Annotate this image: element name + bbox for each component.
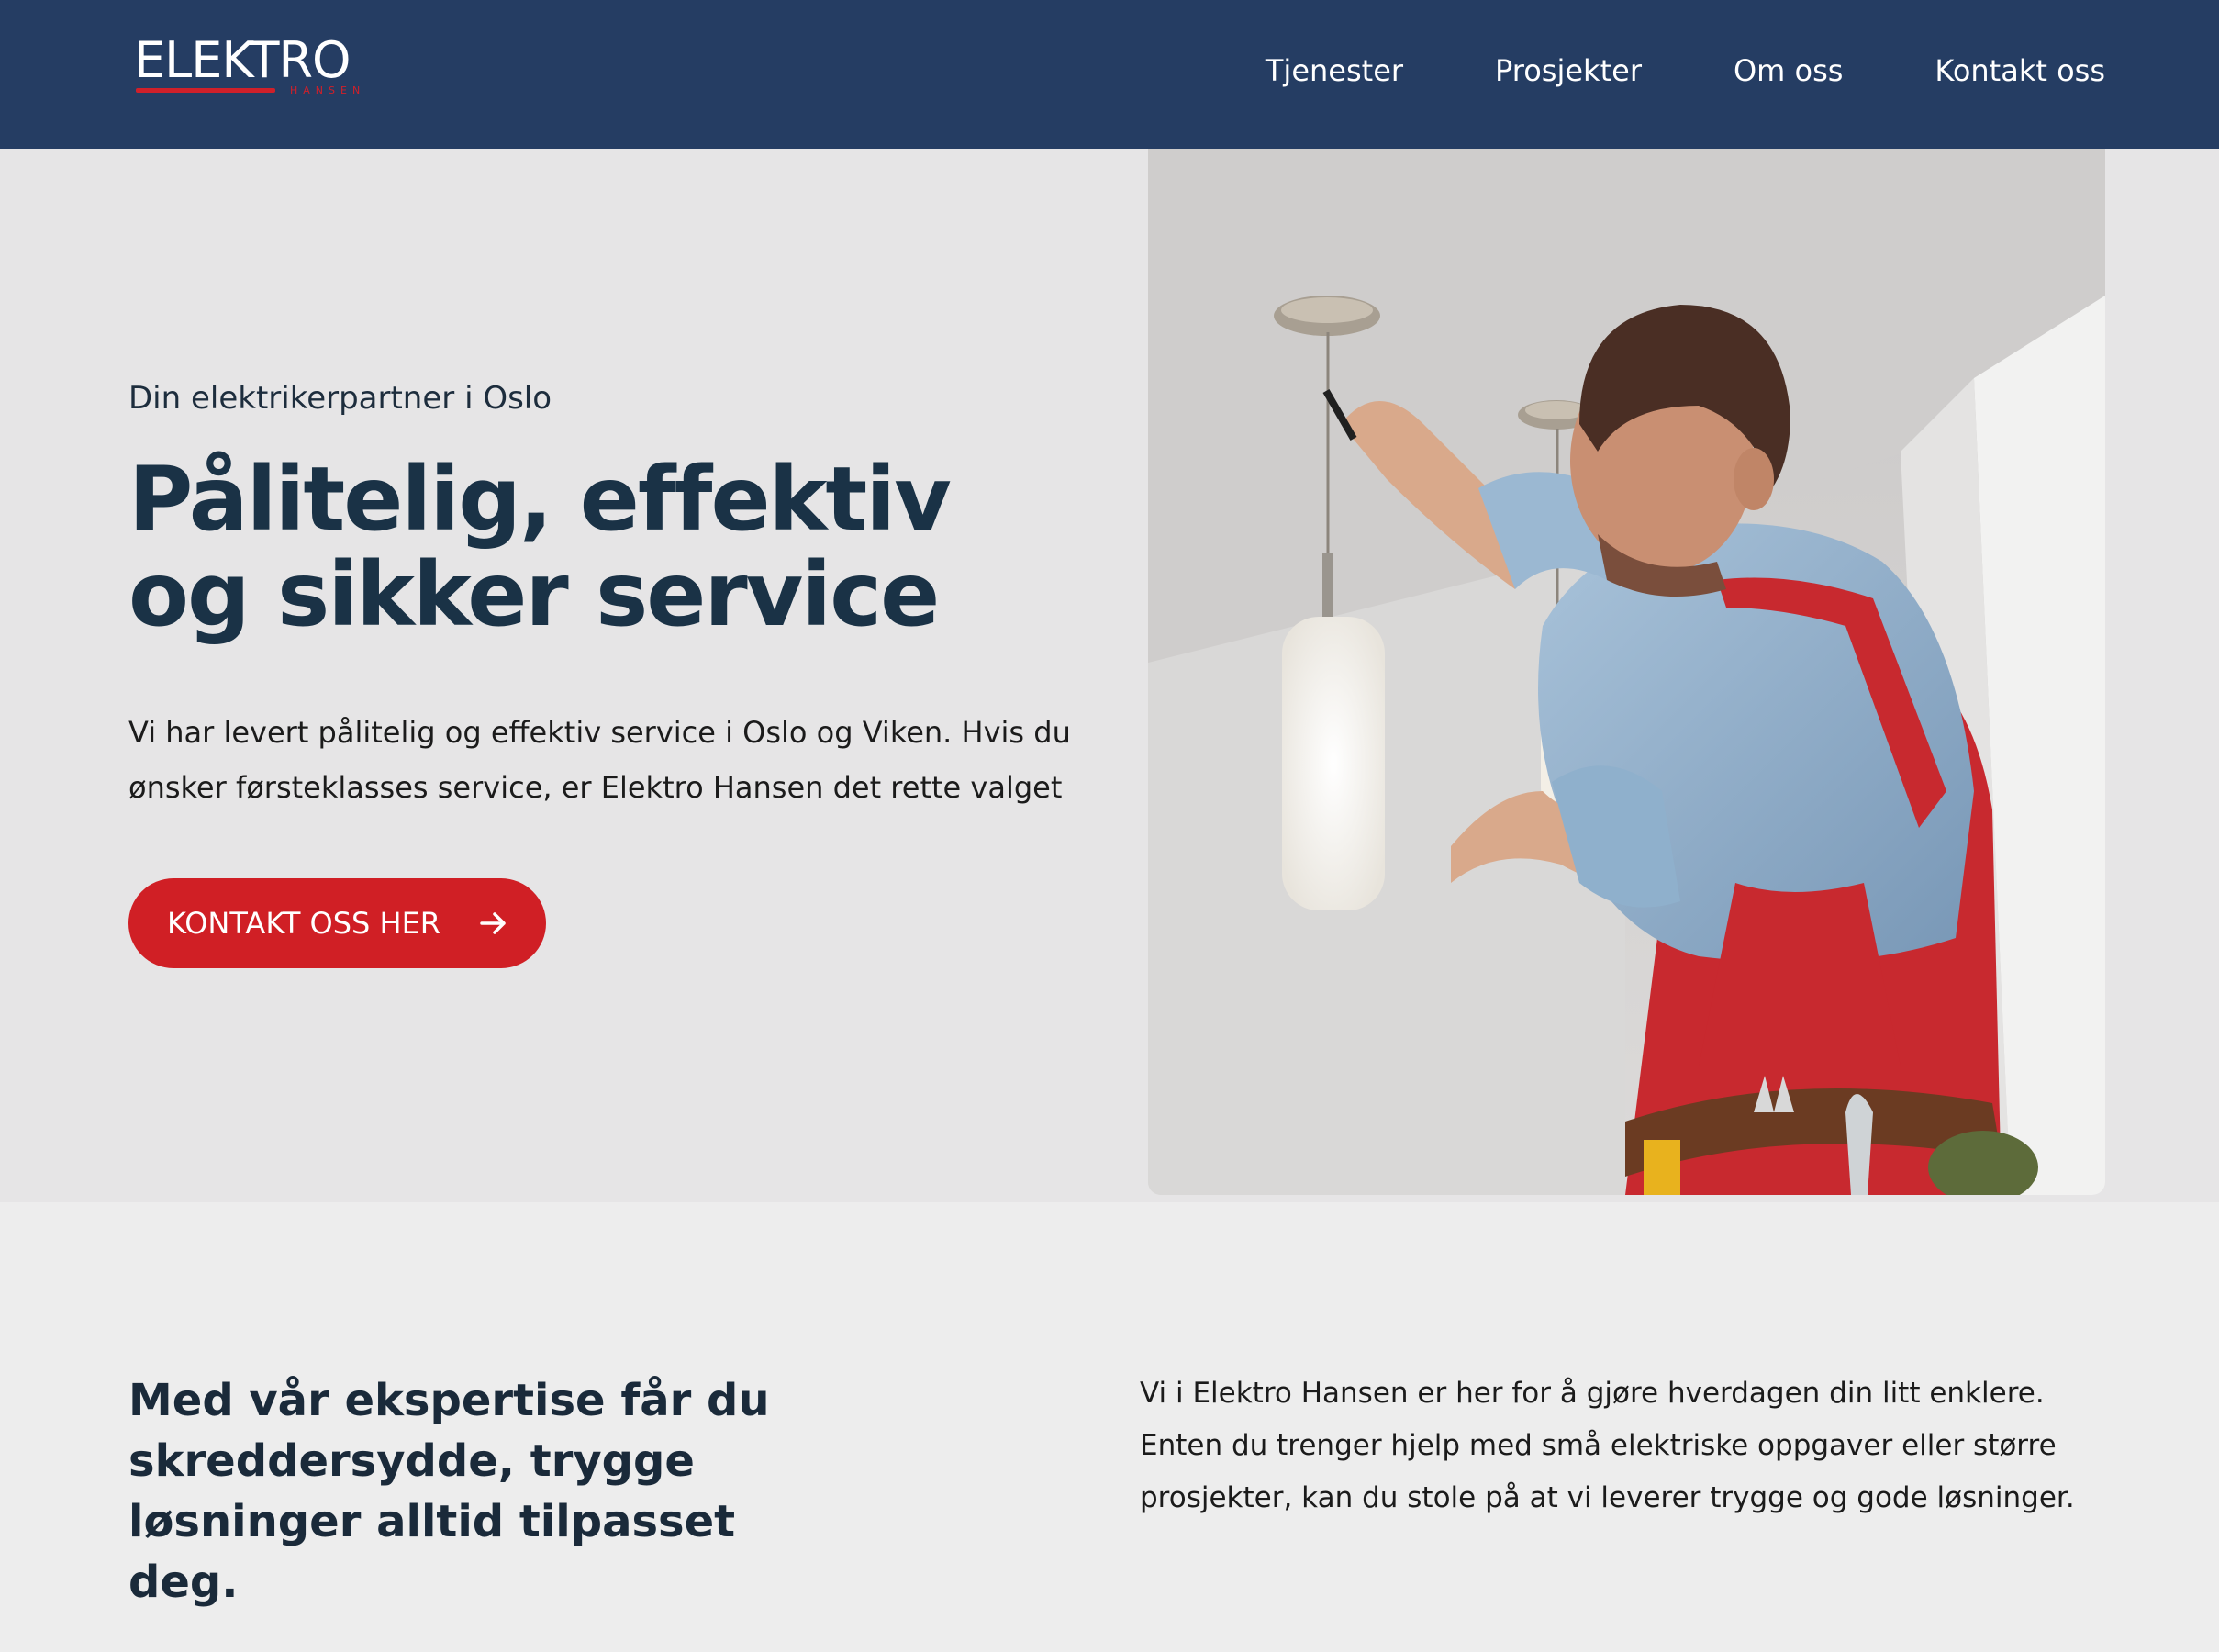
electrician-hero-image <box>1148 149 2105 1195</box>
hero-intro-text: Vi har levert pålitelig og effektiv serv… <box>128 715 1071 805</box>
hero-section: Din elektrikerpartner i Oslo Pålitelig, … <box>0 149 2219 1202</box>
logo-wordmark: ELEKTRO <box>134 31 351 89</box>
page: ELEKTRO HANSEN Tjenester Prosjekter Om o… <box>0 0 2219 1652</box>
logo-subtitle: HANSEN <box>290 84 366 96</box>
expertise-section: Med vår ekspertise får du skreddersydde,… <box>0 1202 2219 1652</box>
arrow-right-icon <box>478 908 509 939</box>
expertise-heading: Med vår ekspertise får du skreddersydde,… <box>128 1375 770 1608</box>
contact-us-button[interactable]: KONTAKT OSS HER <box>128 878 546 968</box>
nav-item-om-oss[interactable]: Om oss <box>1734 50 1843 92</box>
elektro-hansen-logo[interactable]: ELEKTRO HANSEN <box>134 33 373 99</box>
hero-headline-line-1: Pålitelig, effektiv <box>128 448 952 551</box>
hero-headline-line-2: og sikker service <box>128 543 940 646</box>
hero-headline: Pålitelig, effektiv og sikker service <box>128 452 1065 642</box>
nav-item-prosjekter[interactable]: Prosjekter <box>1495 50 1642 92</box>
logo-underline <box>136 88 275 93</box>
expertise-text: Vi i Elektro Hansen er her for å gjøre h… <box>1140 1377 2075 1514</box>
hero-eyebrow: Din elektrikerpartner i Oslo <box>128 380 552 417</box>
main-nav: Tjenester Prosjekter Om oss Kontakt oss <box>1174 50 2105 92</box>
nav-item-tjenester[interactable]: Tjenester <box>1266 50 1403 92</box>
site-header: ELEKTRO HANSEN Tjenester Prosjekter Om o… <box>0 0 2219 149</box>
contact-us-button-label: KONTAKT OSS HER <box>167 906 441 941</box>
nav-item-kontakt-oss[interactable]: Kontakt oss <box>1935 50 2105 92</box>
